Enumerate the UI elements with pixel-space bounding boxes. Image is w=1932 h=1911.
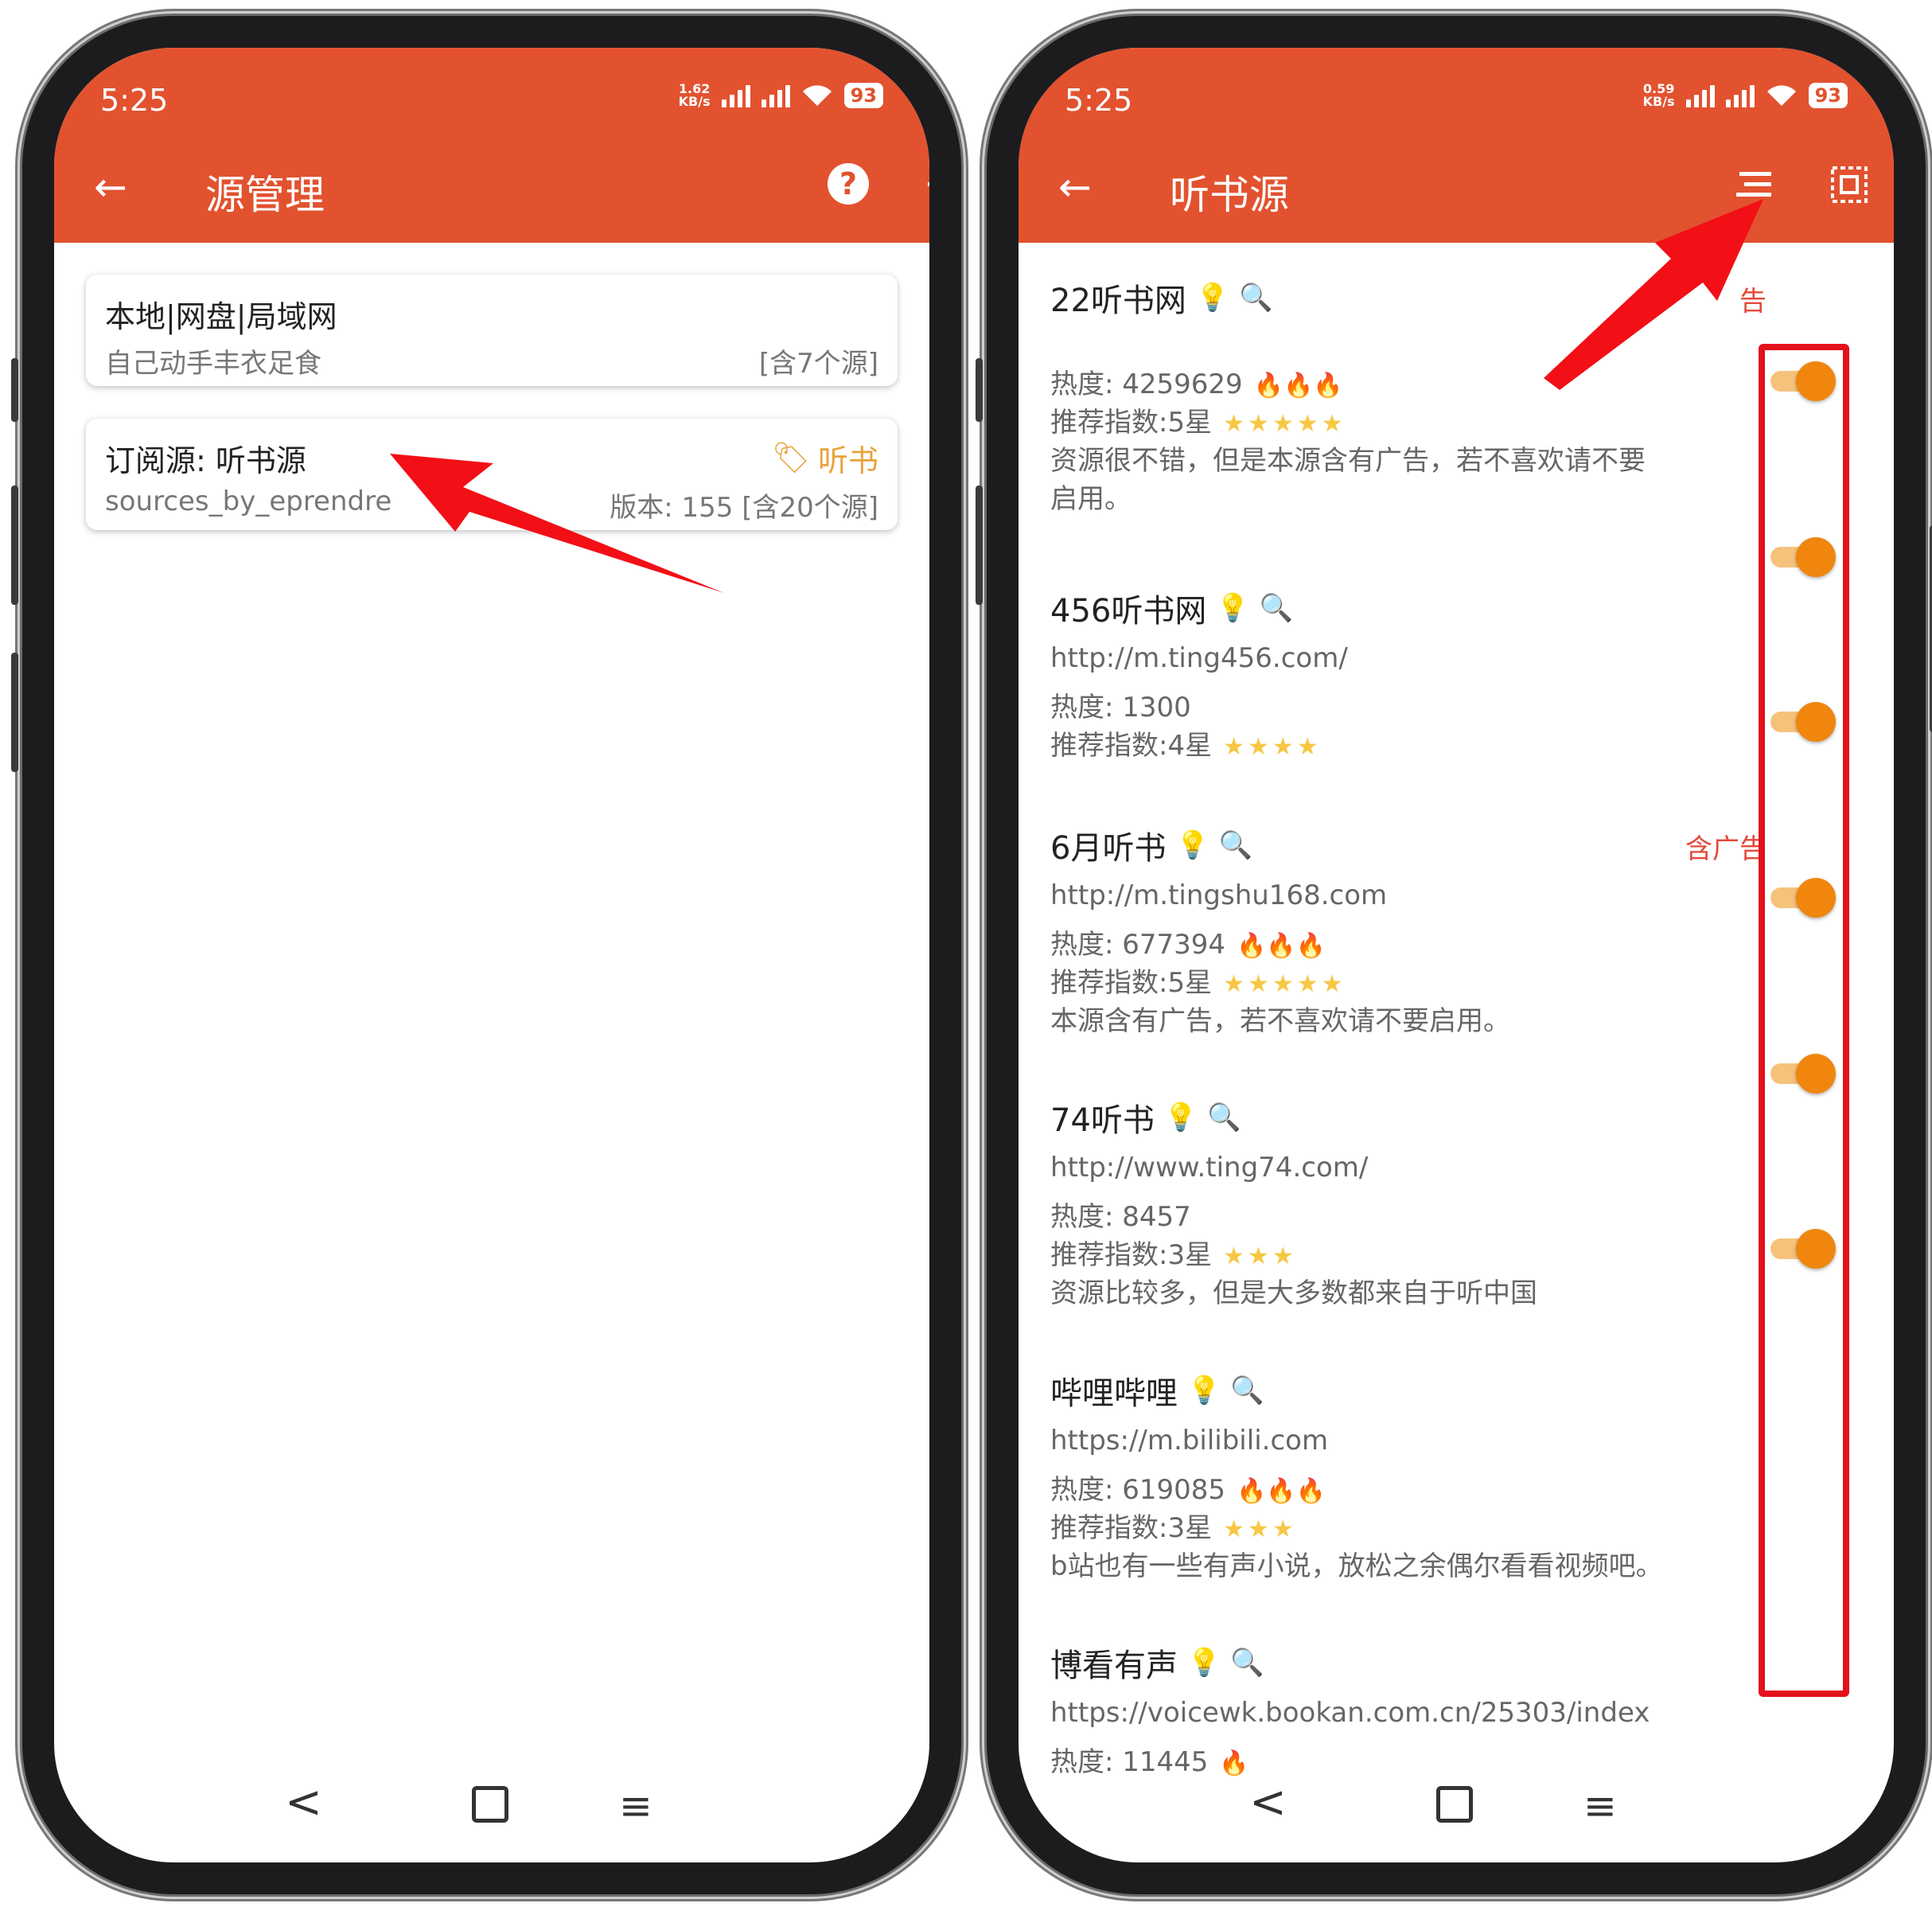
- annotation-arrows: [390, 199, 1763, 593]
- annotation-arrow-left: [390, 454, 724, 593]
- annotation-arrow-right: [1544, 199, 1763, 390]
